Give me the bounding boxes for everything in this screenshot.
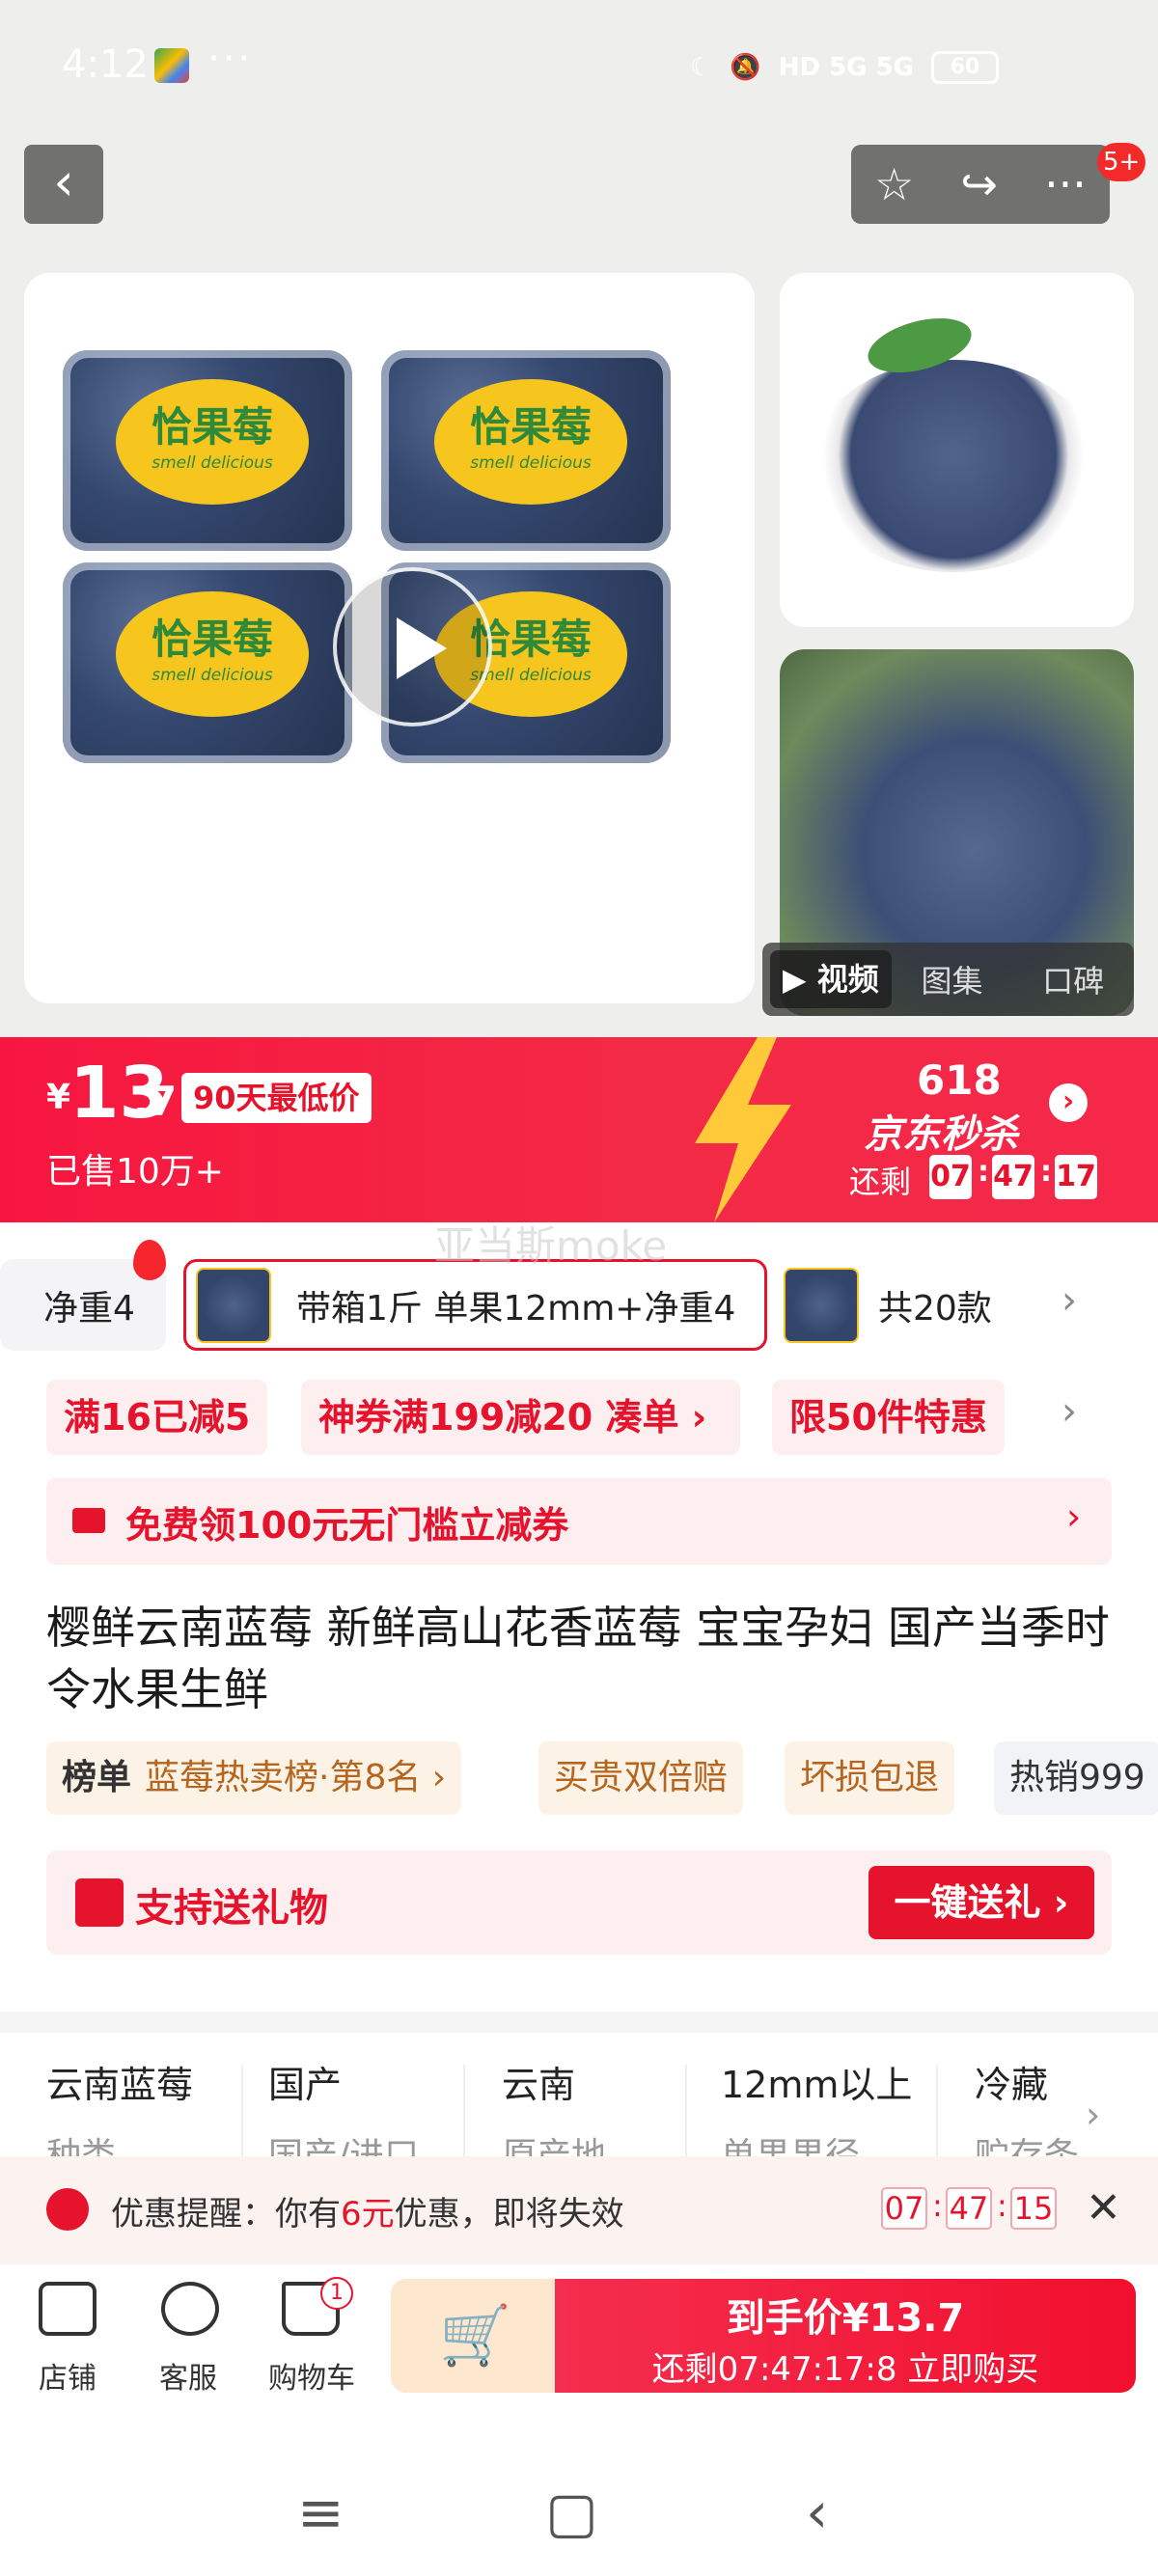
promo-arrow-icon[interactable]: ›: [1049, 1083, 1088, 1122]
free-coupon-text: 免费领100元无门槛立减券: [125, 1504, 569, 1547]
home-icon[interactable]: ▢: [545, 2480, 598, 2545]
reminder-hours: 07: [881, 2187, 927, 2230]
buy-countdown-text: 还剩07:47:17:8 立即购买: [651, 2350, 1039, 2389]
customer-service-icon[interactable]: [161, 2282, 219, 2336]
chevron-left-icon: ‹: [53, 151, 74, 212]
refund-tag[interactable]: 坏损包退: [785, 1741, 955, 1815]
gift-icon: [75, 1878, 124, 1927]
main-product-image[interactable]: 恰果莓 smell delicious 恰果莓 smell delicious 恰果…: [24, 273, 755, 1003]
star-icon[interactable]: ☆: [874, 158, 914, 210]
reminder-text: 优惠提醒：你有6元优惠，即将失效: [111, 2195, 624, 2233]
blueberry-pack: 恰果莓 smell delicious: [63, 562, 352, 763]
gift-text: 支持送礼物: [135, 1886, 328, 1931]
promo-jd-seckill[interactable]: 京东秒杀: [864, 1103, 1018, 1159]
header-actions: ☆ ↪ ···: [851, 145, 1110, 224]
countdown-label: 还剩: [849, 1164, 912, 1200]
reminder-minutes: 47: [946, 2187, 992, 2230]
guarantee-tag[interactable]: 买贵双倍赔: [538, 1741, 744, 1815]
mute-icon: 🔕: [730, 53, 761, 82]
promo-618: 618: [917, 1056, 1002, 1104]
coupon-1[interactable]: 满16已减5: [46, 1380, 268, 1455]
blueberry-pack: 恰果莓 smell delicious: [381, 350, 671, 551]
moon-icon: ☾: [690, 53, 713, 82]
coupon-2[interactable]: 神券满199减20 凑单 ›: [301, 1380, 740, 1455]
cart-label[interactable]: 购物车: [268, 2354, 355, 2397]
attr-value: 国产: [268, 2064, 343, 2106]
lowest-price-tag: 90天最低价: [181, 1073, 372, 1123]
attr-value: 12mm以上: [721, 2064, 913, 2106]
share-icon[interactable]: ↪: [960, 158, 998, 210]
network-text: HD 5G 5G: [778, 53, 914, 82]
attr-value: 云南蓝莓: [46, 2064, 194, 2106]
back-button[interactable]: ‹: [24, 145, 103, 224]
coupon-3[interactable]: 限50件特惠: [772, 1380, 1005, 1455]
attr-value: 云南: [502, 2064, 576, 2106]
battery-icon: 60: [931, 51, 999, 84]
hot-flame-icon: [133, 1240, 166, 1280]
chevron-right-icon[interactable]: ›: [1062, 1278, 1077, 1323]
countdown-hours: 07: [929, 1155, 972, 1199]
chevron-right-icon: ›: [1066, 1495, 1082, 1538]
close-icon[interactable]: ✕: [1086, 2183, 1121, 2233]
final-price-text: 到手价¥13.7: [726, 2296, 965, 2341]
spec-option-selected[interactable]: 带箱1斤 单果12mm+净重4: [183, 1259, 767, 1351]
section-divider: [0, 2012, 1158, 2033]
shop-label[interactable]: 店铺: [39, 2354, 96, 2397]
blueberry-bowl: [809, 360, 1098, 572]
service-label[interactable]: 客服: [159, 2354, 217, 2397]
watermark: 亚当斯moke: [434, 1222, 668, 1270]
play-video-icon[interactable]: [333, 567, 492, 726]
status-time: 4:12: [62, 42, 149, 87]
sold-count: 已售10万+: [46, 1152, 224, 1192]
message-badge: 5+: [1097, 143, 1146, 181]
back-nav-icon[interactable]: ‹: [806, 2480, 828, 2545]
spec-option-all[interactable]: 共20款: [784, 1259, 1015, 1351]
countdown-minutes: 47: [992, 1155, 1034, 1199]
spec-thumbnail: [784, 1267, 859, 1343]
shop-icon[interactable]: [39, 2282, 96, 2336]
cart-count-badge: 1: [320, 2277, 353, 2310]
media-tabs: ▶ 视频 图集 口碑: [762, 943, 1134, 1016]
product-title: 樱鲜云南蓝莓 新鲜高山花香蓝莓 宝宝孕妇 国产当季时令水果生鲜: [46, 1602, 1110, 1715]
menu-icon[interactable]: ≡: [297, 2480, 345, 2545]
currency-symbol: ¥: [46, 1078, 71, 1117]
send-gift-button[interactable]: 一键送礼 ›: [868, 1866, 1094, 1939]
coupon-card-icon: [72, 1508, 105, 1533]
status-indicators: ☾ 🔕 HD 5G 5G 60: [690, 42, 999, 93]
reminder-seconds: 15: [1010, 2187, 1057, 2230]
chevron-right-icon[interactable]: ›: [1062, 1389, 1077, 1434]
attr-value: 冷藏: [975, 2064, 1049, 2106]
tab-gallery[interactable]: 图集: [892, 957, 1013, 1001]
rank-tag[interactable]: 榜单 蓝莓热卖榜·第8名 ›: [46, 1741, 462, 1815]
tab-video[interactable]: ▶ 视频: [770, 950, 892, 1008]
more-icon[interactable]: ···: [1044, 158, 1087, 210]
add-cart-icon: 🛒: [439, 2302, 511, 2370]
lightning-icon: [695, 1037, 791, 1222]
side-image-bowl[interactable]: [780, 273, 1134, 627]
chevron-right-icon[interactable]: ›: [1086, 2094, 1100, 2136]
play-store-icon: [154, 48, 189, 83]
tab-reviews[interactable]: 口碑: [1012, 957, 1134, 1001]
hot-sale-tag[interactable]: 热销999: [994, 1741, 1158, 1815]
spec-thumbnail: [196, 1267, 271, 1343]
status-more-dots: ···: [207, 37, 254, 81]
clock-icon: [46, 2188, 89, 2231]
countdown-seconds: 17: [1055, 1155, 1097, 1199]
price-decimal: .7: [133, 1078, 178, 1125]
blueberry-pack: 恰果莓 smell delicious: [63, 350, 352, 551]
